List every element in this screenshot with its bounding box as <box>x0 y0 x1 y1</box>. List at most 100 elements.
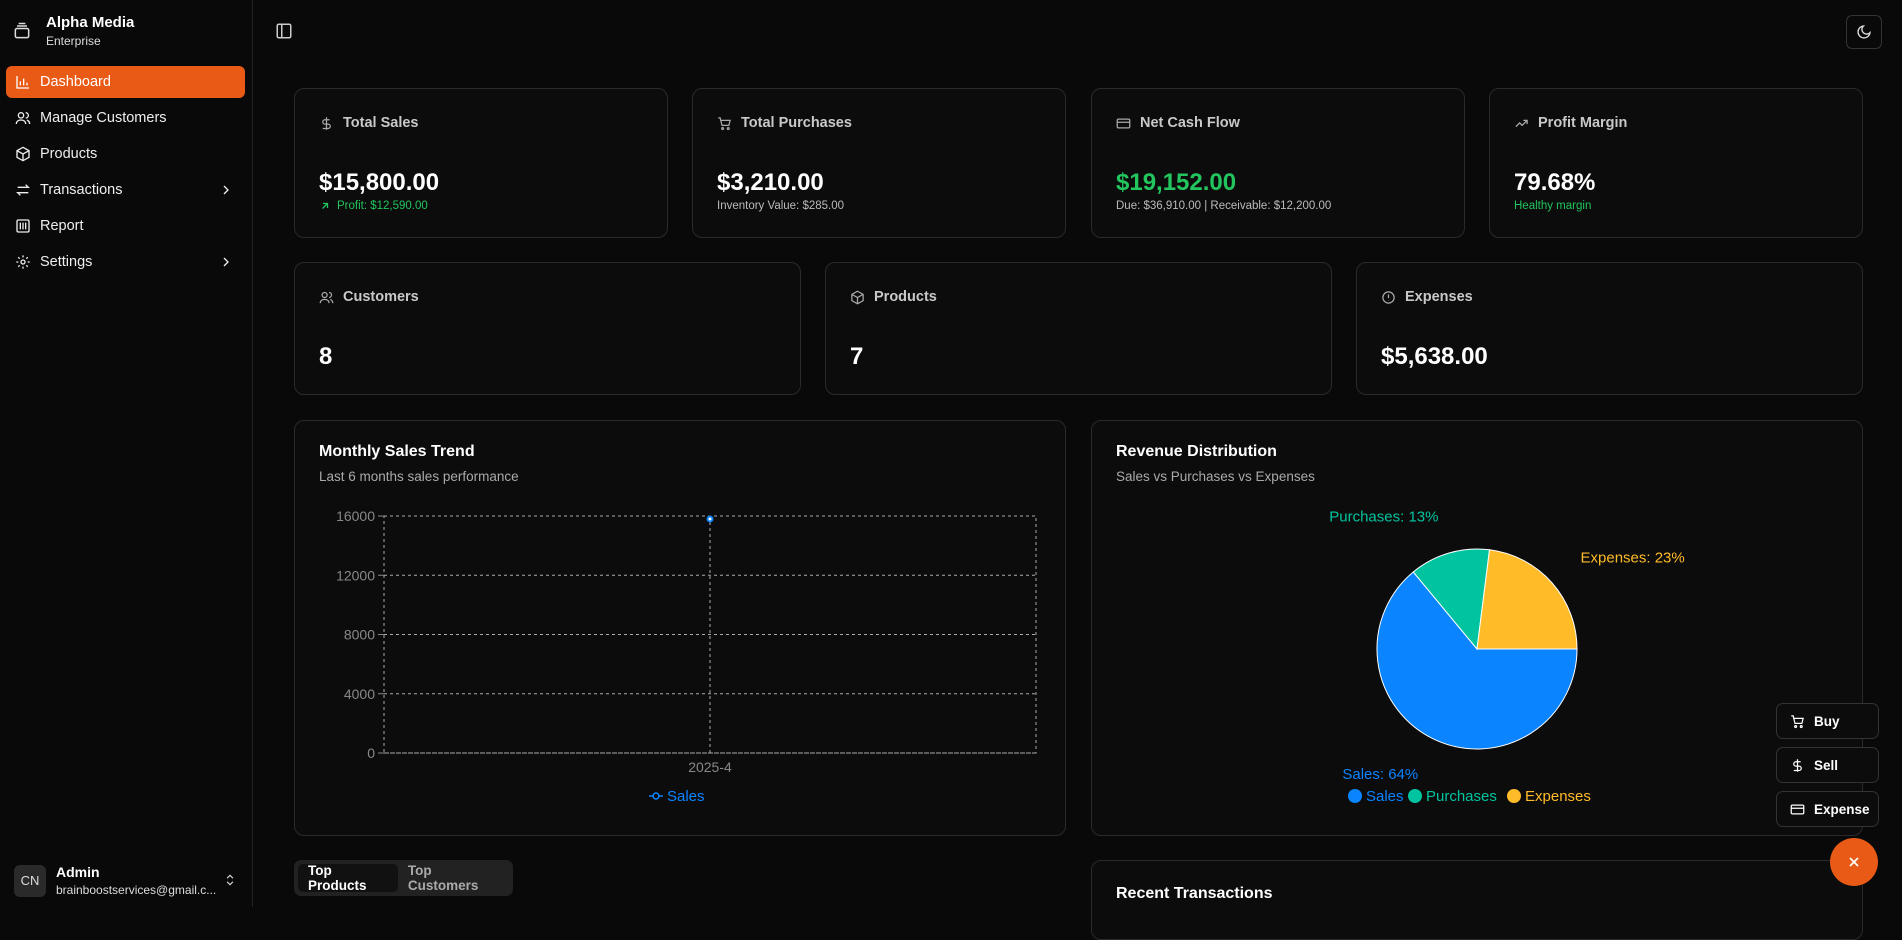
legend-marker <box>1348 789 1362 803</box>
moon-icon <box>1857 25 1871 39</box>
card-title: Total Purchases <box>741 115 852 131</box>
buy-label: Buy <box>1814 713 1840 729</box>
stat-card-profit-margin: Profit Margin 79.68% Healthy margin <box>1489 88 1863 238</box>
theme-toggle-button[interactable] <box>1846 15 1882 49</box>
sidebar-item-label: Products <box>40 146 98 162</box>
legend-marker <box>1408 789 1422 803</box>
sidebar-item-report[interactable]: Report <box>6 210 245 242</box>
panel-title: Recent Transactions <box>1116 885 1273 902</box>
legend-marker <box>652 792 660 800</box>
y-tick-label: 0 <box>367 745 375 761</box>
sidebar-item-label: Settings <box>40 254 93 270</box>
users-icon <box>15 112 31 125</box>
legend-label: Sales <box>667 788 705 805</box>
credit-card-icon <box>1116 118 1131 128</box>
revenue-pie-chart: Sales: 64% Purchases: 13% Expenses: 23% Sal… <box>1329 508 1685 805</box>
pie-slice <box>1476 549 1578 650</box>
layers-icon <box>14 22 30 39</box>
card-title: Expenses <box>1405 289 1473 305</box>
y-tick-label: 12000 <box>336 567 375 583</box>
sidebar-item-dashboard[interactable]: Dashboard <box>6 66 245 98</box>
chevrons-up-down-icon <box>226 874 234 886</box>
dollar-icon <box>322 116 331 130</box>
user-email: brainboostservices@gmail.c... <box>56 883 217 897</box>
sidebar: Alpha Media Enterprise Dashboard Manage … <box>0 0 253 907</box>
sidebar-toggle-icon[interactable] <box>275 22 293 40</box>
trending-up-icon <box>1515 119 1528 127</box>
brand[interactable]: Alpha Media Enterprise <box>12 14 134 48</box>
card-value: 79.68% <box>1514 169 1596 196</box>
stat-card-net-cash-flow: Net Cash Flow $19,152.00 Due: $36,910.00… <box>1091 88 1465 238</box>
legend-label: Sales <box>1366 788 1404 805</box>
card-value: 7 <box>850 343 864 370</box>
legend-label: Purchases <box>1426 788 1497 805</box>
credit-card-icon <box>1790 804 1805 814</box>
sidebar-nav: Dashboard Manage Customers Products Tran… <box>6 66 245 282</box>
card-sub: Healthy margin <box>1514 200 1592 212</box>
card-title: Net Cash Flow <box>1140 115 1240 131</box>
report-icon <box>16 219 30 233</box>
card-value: $5,638.00 <box>1381 343 1488 370</box>
card-sub: Profit: $12,590.00 <box>337 200 428 212</box>
top-list-tabs: Top Products Top Customers <box>294 860 513 896</box>
slice-label: Sales: 64% <box>1342 766 1418 783</box>
y-tick-label: 16000 <box>336 508 375 524</box>
brand-sub: Enterprise <box>46 34 101 48</box>
recent-transactions-panel: Recent Transactions <box>1091 860 1863 940</box>
package-icon <box>16 146 30 162</box>
y-tick-label: 8000 <box>344 627 375 643</box>
card-value: $15,800.00 <box>319 169 440 196</box>
user-menu[interactable]: CN Admin brainboostservices@gmail.c... <box>14 864 239 897</box>
card-value: $3,210.00 <box>717 169 824 196</box>
sidebar-item-manage-customers[interactable]: Manage Customers <box>6 102 245 134</box>
revenue-distribution-panel: Revenue Distribution Sales vs Purchases … <box>1091 420 1863 836</box>
card-value: 8 <box>319 343 333 370</box>
gear-icon <box>16 255 30 269</box>
expense-label: Expense <box>1814 801 1870 817</box>
user-name: Admin <box>56 864 100 880</box>
slice-label: Expenses: 23% <box>1581 550 1685 567</box>
card-sub: Due: $36,910.00 | Receivable: $12,200.00 <box>1116 200 1332 212</box>
package-icon <box>851 290 864 304</box>
cart-icon <box>718 116 731 130</box>
arrows-icon <box>16 184 30 196</box>
legend-marker <box>1507 789 1521 803</box>
card-title: Total Sales <box>343 115 419 131</box>
tab-top-products[interactable]: Top Products <box>298 863 398 893</box>
card-title: Customers <box>343 289 419 305</box>
x-tick-label: 2025-4 <box>688 759 732 775</box>
card-title: Products <box>874 289 937 305</box>
dollar-icon <box>1793 758 1802 772</box>
buy-button[interactable]: Buy <box>1776 703 1879 739</box>
data-point <box>706 515 714 523</box>
brand-name: Alpha Media <box>46 14 135 31</box>
legend-label: Expenses <box>1525 788 1591 805</box>
sidebar-item-label: Transactions <box>40 182 123 198</box>
chevron-right-icon <box>223 257 229 267</box>
sell-button[interactable]: Sell <box>1776 747 1879 783</box>
chart-legend: Sales <box>649 788 705 805</box>
sales-line-chart: 0 4000 8000 12000 16000 2025-4 Sales <box>336 508 1037 805</box>
avatar: CN <box>14 864 46 897</box>
bar-chart-icon <box>16 76 29 89</box>
sidebar-item-label: Dashboard <box>40 74 111 90</box>
cart-icon <box>1791 714 1804 728</box>
users-icon <box>319 291 334 303</box>
quick-actions-close-button[interactable] <box>1830 838 1878 886</box>
card-sub: Inventory Value: $285.00 <box>717 200 845 212</box>
stat-card-total-sales: Total Sales $15,800.00 Profit: $12,590.0… <box>294 88 668 238</box>
sidebar-item-transactions[interactable]: Transactions <box>6 174 245 206</box>
slice-label: Purchases: 13% <box>1329 508 1438 525</box>
close-icon <box>1849 857 1859 867</box>
sidebar-item-label: Report <box>40 218 84 234</box>
sales-trend-panel: Monthly Sales Trend Last 6 months sales … <box>294 420 1066 836</box>
chart-legend: Sales Purchases Expenses <box>1348 788 1591 805</box>
stat-card-expenses: Expenses $5,638.00 <box>1356 262 1863 395</box>
sidebar-item-products[interactable]: Products <box>6 138 245 170</box>
sidebar-item-settings[interactable]: Settings <box>6 246 245 278</box>
stat-card-total-purchases: Total Purchases $3,210.00 Inventory Valu… <box>692 88 1066 238</box>
tab-top-customers[interactable]: Top Customers <box>398 863 509 893</box>
card-value: $19,152.00 <box>1116 169 1237 196</box>
expense-button[interactable]: Expense <box>1776 791 1879 827</box>
alert-circle-icon <box>1382 290 1395 304</box>
